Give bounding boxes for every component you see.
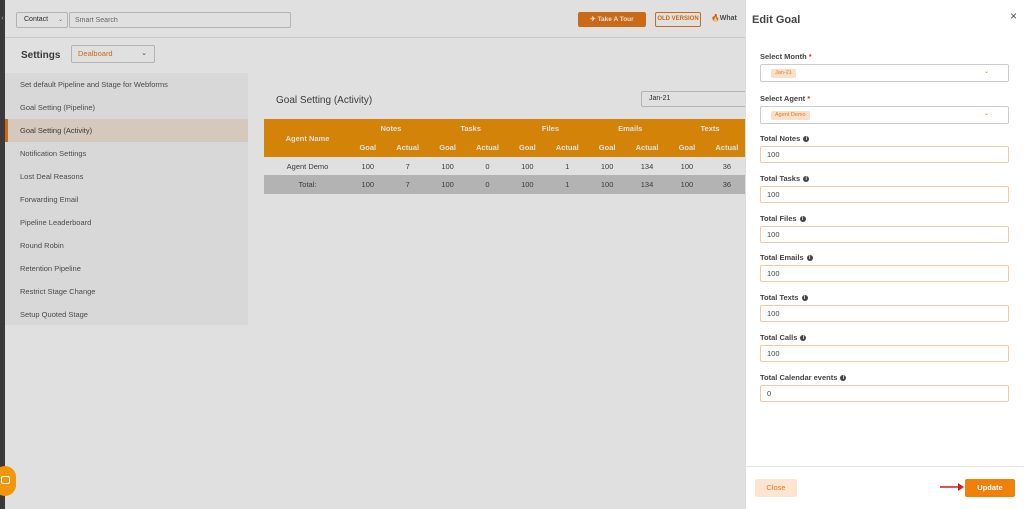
field-label: Total Files i	[760, 214, 806, 223]
field-label: Total Texts i	[760, 293, 808, 302]
field-label: Total Calls i	[760, 333, 807, 342]
select-month-text: Select Month	[760, 52, 807, 61]
chevron-down-icon: ⌄	[983, 111, 989, 117]
info-icon[interactable]: i	[803, 136, 810, 143]
goal-input[interactable]	[760, 185, 1009, 203]
info-icon[interactable]: i	[800, 335, 807, 342]
red-arrow-icon	[940, 483, 964, 491]
field-label: Total Notes i	[760, 134, 810, 143]
goal-input[interactable]	[760, 225, 1009, 243]
field-label-text: Total Tasks	[760, 173, 801, 183]
field-label-text: Total Files	[760, 213, 797, 223]
drawer-footer: Close Update	[746, 466, 1024, 509]
field-label-text: Total Notes	[760, 134, 801, 143]
info-icon[interactable]: i	[840, 374, 847, 381]
chat-icon	[1, 476, 10, 484]
info-icon[interactable]: i	[806, 255, 813, 262]
info-icon[interactable]: i	[801, 295, 808, 302]
chat-widget-button[interactable]	[0, 466, 16, 496]
select-month-label: Select Month *	[760, 52, 812, 61]
update-button[interactable]: Update	[965, 479, 1015, 497]
field-label-text: Total Texts	[760, 293, 799, 303]
goal-input[interactable]	[760, 305, 1009, 323]
close-button[interactable]: Close	[755, 479, 797, 497]
required-mark: *	[807, 94, 811, 103]
field-label-text: Total Calendar events	[760, 372, 838, 382]
modal-backdrop[interactable]	[5, 0, 745, 509]
info-icon[interactable]: i	[803, 175, 810, 182]
field-label-text: Total Emails	[760, 253, 804, 263]
field-label: Total Calendar events i	[760, 372, 847, 382]
required-mark: *	[808, 52, 812, 61]
goal-input[interactable]	[760, 265, 1009, 283]
selected-month-tag: Jan-21	[771, 69, 796, 78]
field-label-text: Total Calls	[760, 333, 798, 342]
field-label: Total Emails i	[760, 253, 813, 262]
edit-goal-drawer: Edit Goal × Select Month * Jan-21 ⌄ Sele…	[745, 0, 1024, 509]
select-agent-text: Select Agent	[760, 94, 806, 103]
goal-input[interactable]	[760, 384, 1009, 402]
field-label: Total Tasks i	[760, 173, 810, 183]
select-month-dropdown[interactable]: Jan-21 ⌄	[760, 64, 1009, 82]
goal-input[interactable]	[760, 345, 1009, 362]
close-icon[interactable]: ×	[1010, 9, 1017, 23]
drawer-title: Edit Goal	[752, 14, 801, 26]
select-agent-label: Select Agent *	[760, 94, 810, 103]
select-agent-dropdown[interactable]: Agent Demo ⌄	[760, 106, 1009, 124]
selected-agent-tag: Agent Demo	[771, 111, 810, 120]
chevron-down-icon: ⌄	[983, 69, 989, 75]
goal-input[interactable]	[760, 146, 1009, 163]
info-icon[interactable]: i	[799, 215, 806, 222]
